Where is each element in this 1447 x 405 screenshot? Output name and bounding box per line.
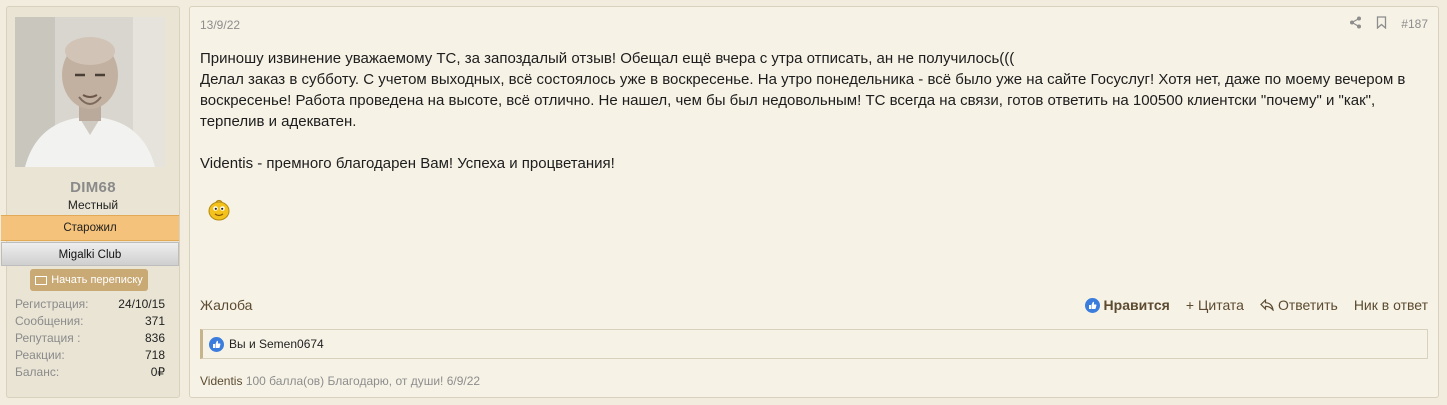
post-paragraph: Приношу извинение уважаемому ТС, за запо… bbox=[200, 50, 1015, 67]
reply-button[interactable]: Ответить bbox=[1260, 297, 1338, 313]
stat-label: Реакции: bbox=[15, 348, 65, 362]
stat-value[interactable]: 371 bbox=[145, 313, 165, 330]
user-banner-club: Migalki Club bbox=[1, 242, 179, 266]
reputation-line: Videntis 100 балла(ов) Благодарю, от душ… bbox=[200, 374, 480, 388]
post-paragraph: Делал заказ в субботу. С учетом выходных… bbox=[200, 71, 1406, 130]
stat-value: 24/10/15 bbox=[118, 297, 165, 311]
quote-button[interactable]: + Цитата bbox=[1186, 297, 1244, 313]
stat-row: Баланс: 0₽ bbox=[15, 364, 165, 381]
start-conversation-button[interactable]: Начать переписку bbox=[30, 269, 148, 291]
post-actions: Нравится + Цитата Ответить Ник в ответ bbox=[1084, 297, 1428, 313]
stat-value: 718 bbox=[144, 348, 165, 362]
thumbs-up-icon bbox=[209, 336, 224, 352]
username[interactable]: DIM68 bbox=[7, 179, 179, 196]
stat-label: Регистрация: bbox=[15, 297, 89, 311]
reply-icon bbox=[1260, 299, 1274, 311]
stat-row: Регистрация: 24/10/15 bbox=[15, 296, 165, 313]
post-paragraph: Videntis - премного благодарен Вам! Успе… bbox=[200, 155, 615, 172]
reactions-text[interactable]: Вы и Semen0674 bbox=[229, 337, 324, 351]
reputation-user[interactable]: Videntis bbox=[200, 374, 242, 388]
like-button[interactable]: Нравится bbox=[1084, 297, 1170, 313]
stat-row: Репутация : 836 bbox=[15, 330, 165, 347]
stat-label: Баланс: bbox=[15, 365, 60, 379]
reactions-bar[interactable]: Вы и Semen0674 bbox=[200, 329, 1428, 359]
share-icon[interactable] bbox=[1349, 16, 1362, 32]
smiley-icon bbox=[206, 196, 232, 222]
start-conversation-label: Начать переписку bbox=[51, 274, 143, 286]
post-message: 13/9/22 #187 Приношу извинение уважаемом… bbox=[189, 6, 1439, 398]
thumbs-up-icon bbox=[1084, 297, 1100, 313]
stat-label: Сообщения: bbox=[15, 314, 84, 328]
plus-icon: + bbox=[1185, 297, 1195, 313]
stat-value: 836 bbox=[144, 331, 165, 345]
stat-label: Репутация : bbox=[15, 331, 81, 345]
avatar[interactable] bbox=[15, 17, 165, 167]
nick-reply-button[interactable]: Ник в ответ bbox=[1354, 297, 1428, 313]
user-title: Местный bbox=[67, 198, 119, 212]
bookmark-icon[interactable] bbox=[1376, 16, 1387, 32]
report-link[interactable]: Жалоба bbox=[200, 297, 252, 313]
post-number[interactable]: #187 bbox=[1401, 17, 1428, 31]
like-label: Нравится bbox=[1103, 297, 1170, 313]
user-banner-oldtimer: Старожил bbox=[1, 215, 179, 241]
quote-label: Цитата bbox=[1198, 297, 1244, 313]
stat-value: 0₽ bbox=[150, 365, 165, 379]
post-tools: #187 bbox=[1349, 16, 1428, 32]
reputation-text: 100 балла(ов) Благодарю, от души! 6/9/22 bbox=[245, 374, 481, 388]
reply-label: Ответить bbox=[1277, 297, 1338, 313]
user-info-panel: DIM68 Местный Старожил Migalki Club Нача… bbox=[1, 6, 180, 398]
post-date[interactable]: 13/9/22 bbox=[200, 18, 240, 32]
stat-row: Реакции: 718 bbox=[15, 347, 165, 364]
user-stats: Регистрация: 24/10/15 Сообщения: 371 Реп… bbox=[15, 296, 165, 381]
envelope-icon bbox=[35, 275, 48, 285]
post-body: Приношу извинение уважаемому ТС, за запо… bbox=[200, 48, 1428, 174]
stat-row: Сообщения: 371 bbox=[15, 313, 165, 330]
